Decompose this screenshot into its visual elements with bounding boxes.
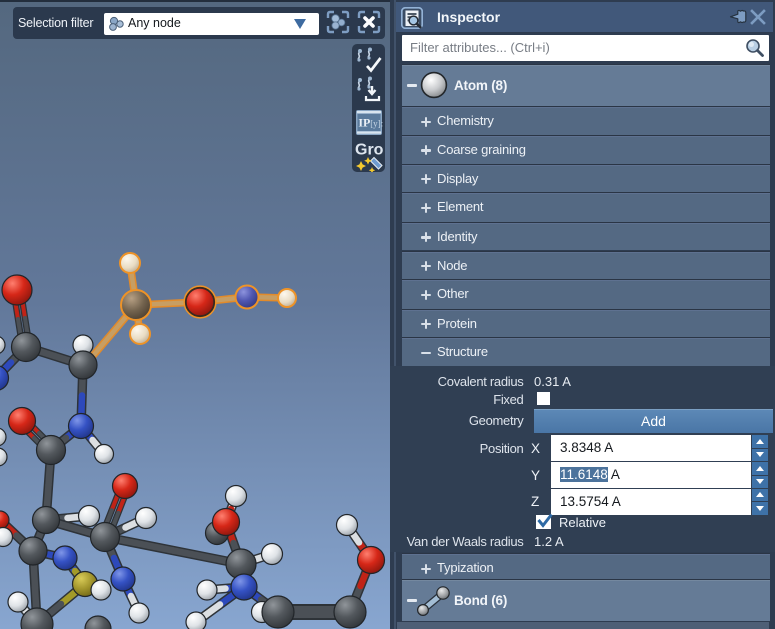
svg-text:Gro: Gro bbox=[355, 142, 384, 159]
svg-text:[y]:: [y]: bbox=[370, 119, 383, 129]
svg-text:IP: IP bbox=[358, 116, 370, 130]
